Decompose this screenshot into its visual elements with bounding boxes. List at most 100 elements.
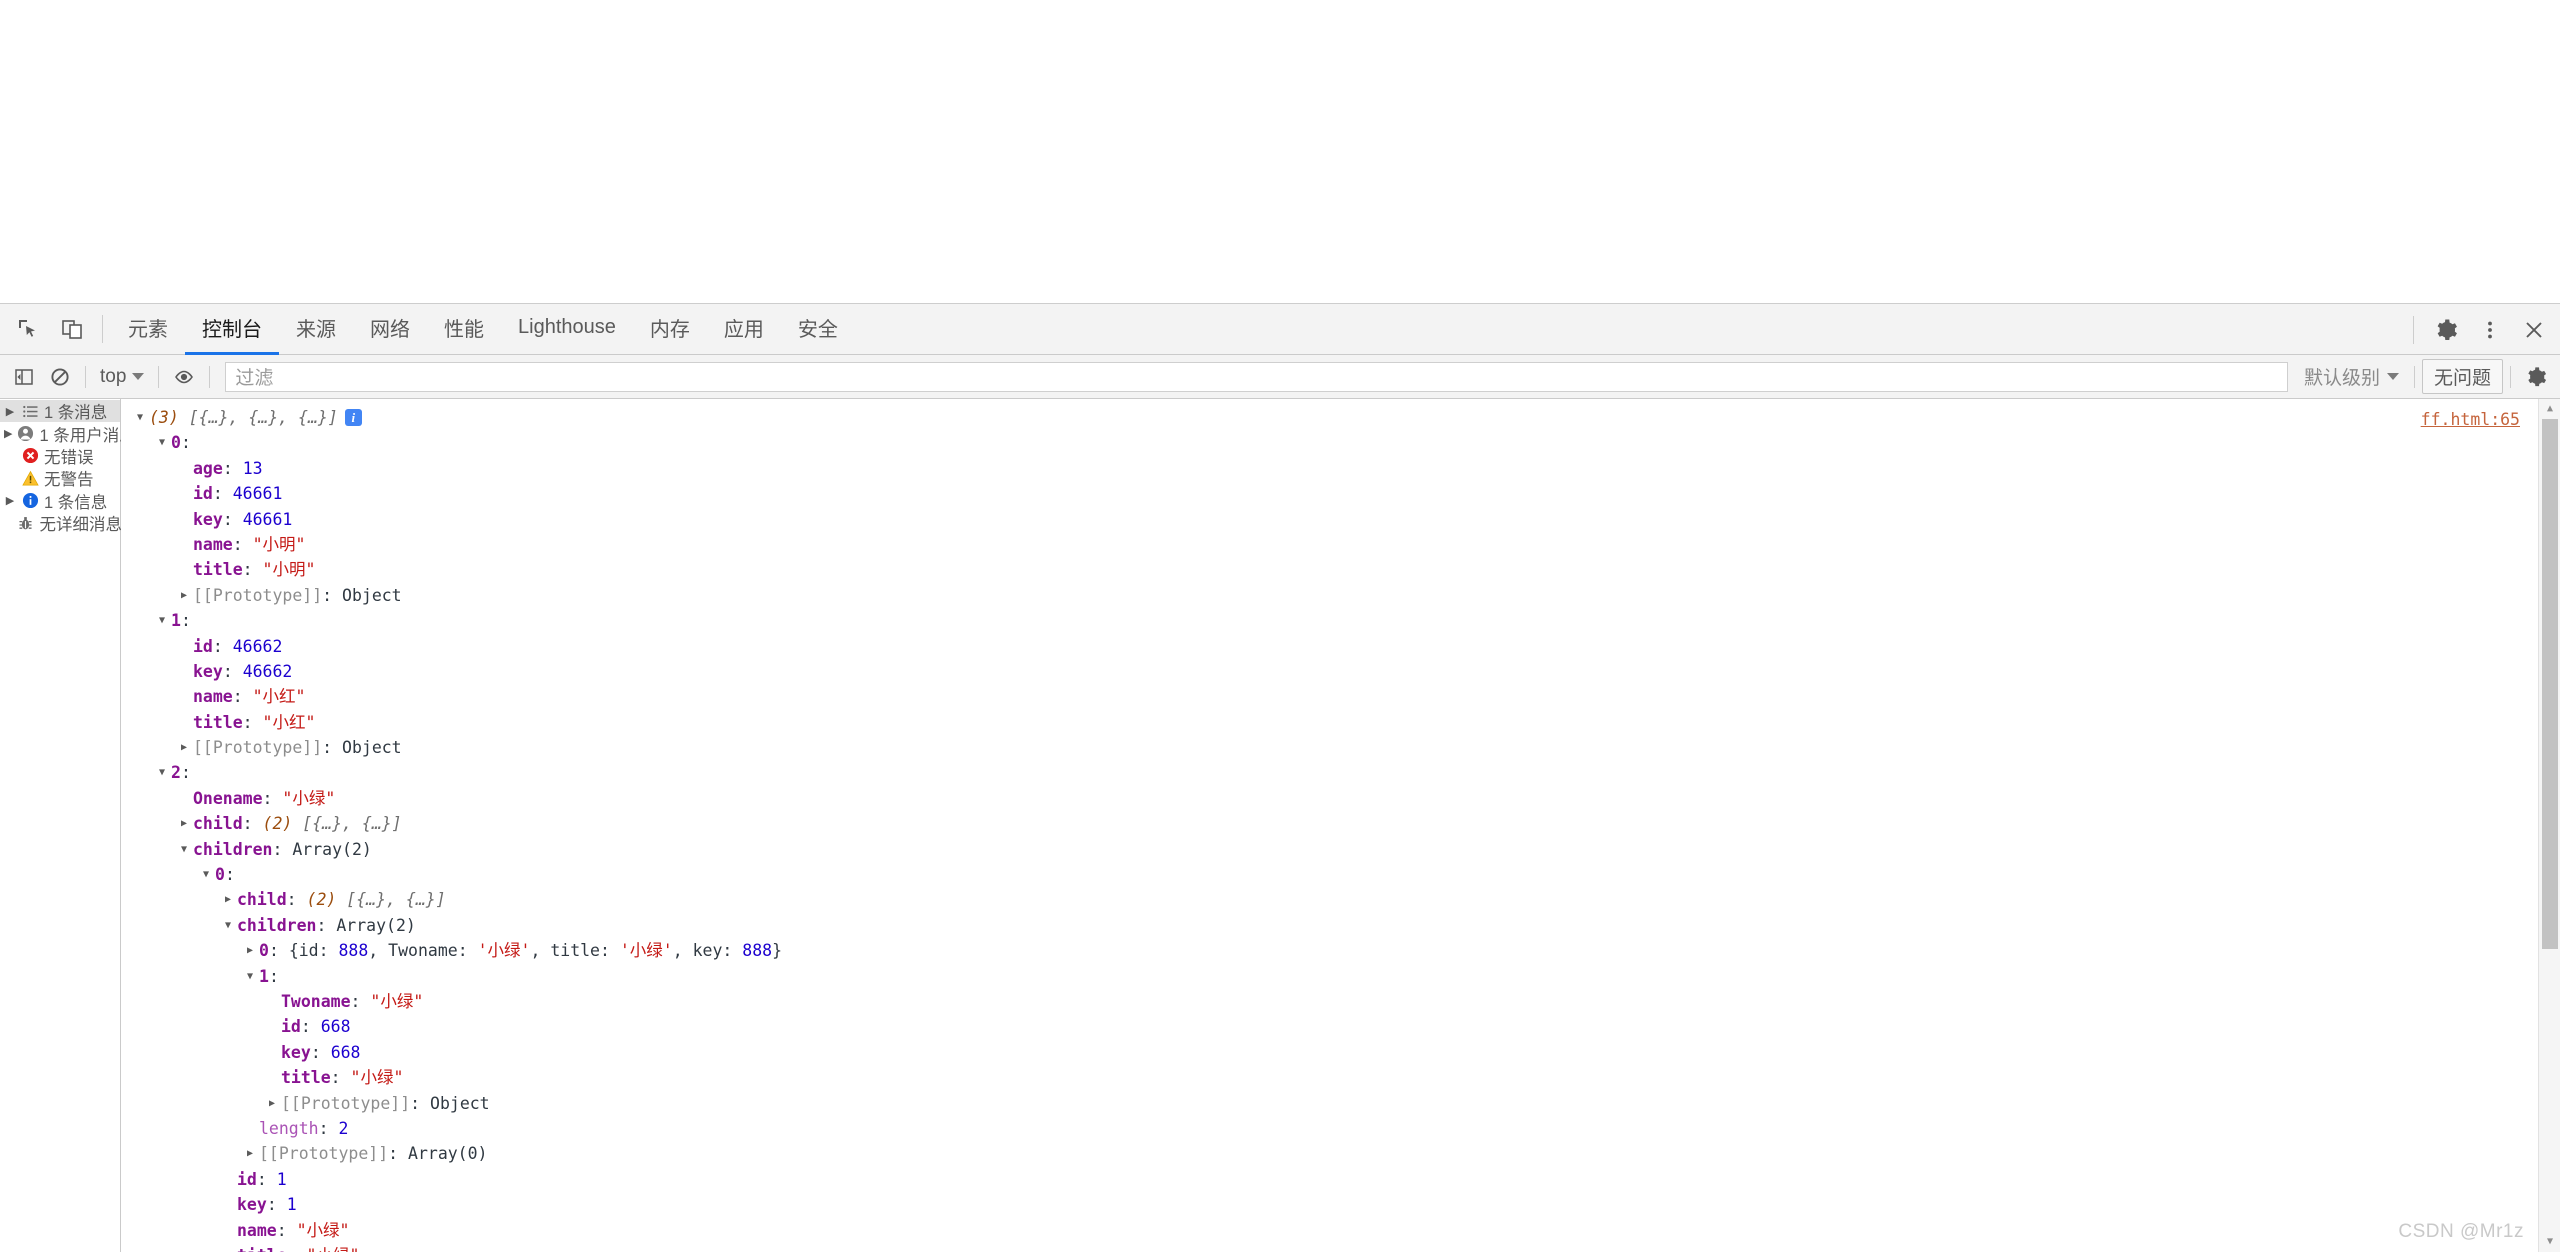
console-scrollbar[interactable]: ▲ ▼ [2538,399,2560,1252]
scroll-up-arrow-icon[interactable]: ▲ [2539,399,2560,419]
sidebar-item-user-messages[interactable]: ▶ 1 条用户消息 [0,422,136,445]
object-tree-row[interactable]: 0: [121,862,2560,887]
sidebar-item-errors[interactable]: ▶ 无错误 [0,445,120,467]
object-tree-row[interactable]: id: 1 [121,1167,2560,1192]
object-tree-row[interactable]: id: 46661 [121,481,2560,506]
object-tree-row[interactable]: 0: {id: 888, Twoname: '小绿', title: '小绿',… [121,938,2560,963]
disclosure-triangle-closed-icon[interactable] [265,1091,279,1116]
disclosure-triangle-open-icon[interactable] [155,760,169,785]
source-link[interactable]: ff.html:65 [2421,407,2520,432]
tree-token: : [310,1042,331,1062]
object-tree-row[interactable]: id: 668 [121,1014,2560,1039]
object-tree-row[interactable]: length: 2 [121,1116,2560,1141]
tab-lighthouse[interactable]: Lighthouse [501,304,633,355]
object-tree-row[interactable]: age: 13 [121,456,2560,481]
sidebar-item-messages[interactable]: ▶ 1 条消息 [0,400,120,423]
scroll-down-arrow-icon[interactable]: ▼ [2539,1232,2560,1252]
more-options-icon[interactable] [2468,308,2512,352]
object-tree-row[interactable]: 2: [121,760,2560,785]
chevron-right-icon[interactable]: ▶ [4,427,12,440]
disclosure-triangle-closed-icon[interactable] [243,1141,257,1166]
disclosure-triangle-closed-icon[interactable] [177,811,191,836]
scrollbar-thumb[interactable] [2542,419,2558,949]
tab-network[interactable]: 网络 [353,304,427,355]
clear-console-icon[interactable] [42,359,78,395]
object-tree-row[interactable]: 0: [121,430,2560,455]
tab-console[interactable]: 控制台 [185,304,279,355]
tree-token: "小绿" [350,1068,404,1088]
object-tree-row[interactable]: name: "小明" [121,532,2560,557]
object-tree-row[interactable]: key: 46661 [121,507,2560,532]
inspect-element-icon[interactable] [6,307,50,351]
object-tree-row[interactable]: (3) [{…}, {…}, {…}] i [121,405,2560,430]
object-tree-row[interactable]: title: "小绿" [121,1065,2560,1090]
object-tree-row[interactable]: child: (2) [{…}, {…}] [121,811,2560,836]
settings-gear-icon[interactable] [2424,308,2468,352]
chevron-right-icon[interactable]: ▶ [4,494,16,507]
sidebar-item-verbose[interactable]: ▶ 无详细消息 [0,512,122,534]
tree-token: : [300,1017,321,1037]
object-tree-row[interactable]: [[Prototype]]: Array(0) [121,1141,2560,1166]
disclosure-triangle-open-icon[interactable] [177,837,191,862]
console-toolbar-divider-4 [2413,365,2415,388]
live-expression-eye-icon[interactable] [166,359,202,395]
tree-token: '小绿' [477,941,531,961]
object-tree-row[interactable]: name: "小绿" [121,1218,2560,1243]
console-message[interactable]: ff.html:65 (3) [{…}, {…}, {…}]i0:age: 13… [121,399,2560,1252]
tree-token: : [222,509,243,529]
tree-token: : [256,1169,277,1189]
disclosure-triangle-closed-icon[interactable] [177,583,191,608]
close-devtools-icon[interactable] [2512,308,2556,352]
disclosure-triangle-closed-icon[interactable] [177,735,191,760]
disclosure-triangle-closed-icon[interactable] [221,887,235,912]
tab-memory[interactable]: 内存 [633,304,707,355]
object-tree-row[interactable]: [[Prototype]]: Object [121,583,2560,608]
console-toolbar-divider-1 [85,365,86,388]
chevron-right-icon[interactable]: ▶ [4,405,16,418]
object-tree-row[interactable]: key: 46662 [121,659,2560,684]
object-tree-row[interactable]: Onename: "小绿" [121,786,2560,811]
disclosure-triangle-open-icon[interactable] [155,430,169,455]
console-log-pane[interactable]: ff.html:65 (3) [{…}, {…}, {…}]i0:age: 13… [121,399,2560,1252]
disclosure-triangle-closed-icon[interactable] [243,938,257,963]
disclosure-triangle-open-icon[interactable] [199,862,213,887]
object-tree-row[interactable]: title: "小红" [121,710,2560,735]
disclosure-triangle-open-icon[interactable] [133,405,147,430]
tab-security[interactable]: 安全 [781,304,855,355]
info-badge-icon[interactable]: i [344,409,362,427]
execution-context-selector[interactable]: top [93,361,151,393]
object-tree-row[interactable]: key: 668 [121,1040,2560,1065]
object-tree-row[interactable]: Twoname: "小绿" [121,989,2560,1014]
filter-input[interactable]: 过滤 [225,361,2288,392]
object-tree-row[interactable]: title: "小明" [121,557,2560,582]
console-settings-gear-icon[interactable] [2518,359,2554,395]
disclosure-triangle-open-icon[interactable] [155,608,169,633]
disclosure-triangle-open-icon[interactable] [221,913,235,938]
sidebar-item-warnings[interactable]: ▶ 无警告 [0,467,120,489]
object-tree-row[interactable]: 1: [121,608,2560,633]
issues-button[interactable]: 无问题 [2421,359,2503,394]
device-toolbar-icon[interactable] [50,307,94,351]
object-tree-row[interactable]: children: Array(2) [121,913,2560,938]
tree-token: key [281,1042,311,1062]
object-tree-row[interactable]: [[Prototype]]: Object [121,1091,2560,1116]
tab-performance[interactable]: 性能 [427,304,501,355]
object-tree-row[interactable]: 1: [121,964,2560,989]
console-sidebar-toggle-icon[interactable] [6,359,42,395]
tree-token: 888 [338,941,369,961]
tab-label: Lighthouse [518,316,616,338]
tab-sources[interactable]: 来源 [279,304,353,355]
sidebar-item-info[interactable]: ▶ 1 条信息 [0,490,120,512]
object-tree-row[interactable]: title: "小绿" [121,1243,2560,1252]
object-tree-row[interactable]: id: 46662 [121,634,2560,659]
object-tree-row[interactable]: children: Array(2) [121,837,2560,862]
object-tree-row[interactable]: child: (2) [{…}, {…}] [121,887,2560,912]
tab-application[interactable]: 应用 [707,304,781,355]
execution-context-value: top [100,365,127,387]
object-tree-row[interactable]: name: "小红" [121,684,2560,709]
disclosure-triangle-open-icon[interactable] [243,964,257,989]
tab-elements[interactable]: 元素 [111,304,185,355]
object-tree-row[interactable]: [[Prototype]]: Object [121,735,2560,760]
object-tree-row[interactable]: key: 1 [121,1192,2560,1217]
log-level-selector[interactable]: 默认级别 [2296,363,2407,390]
